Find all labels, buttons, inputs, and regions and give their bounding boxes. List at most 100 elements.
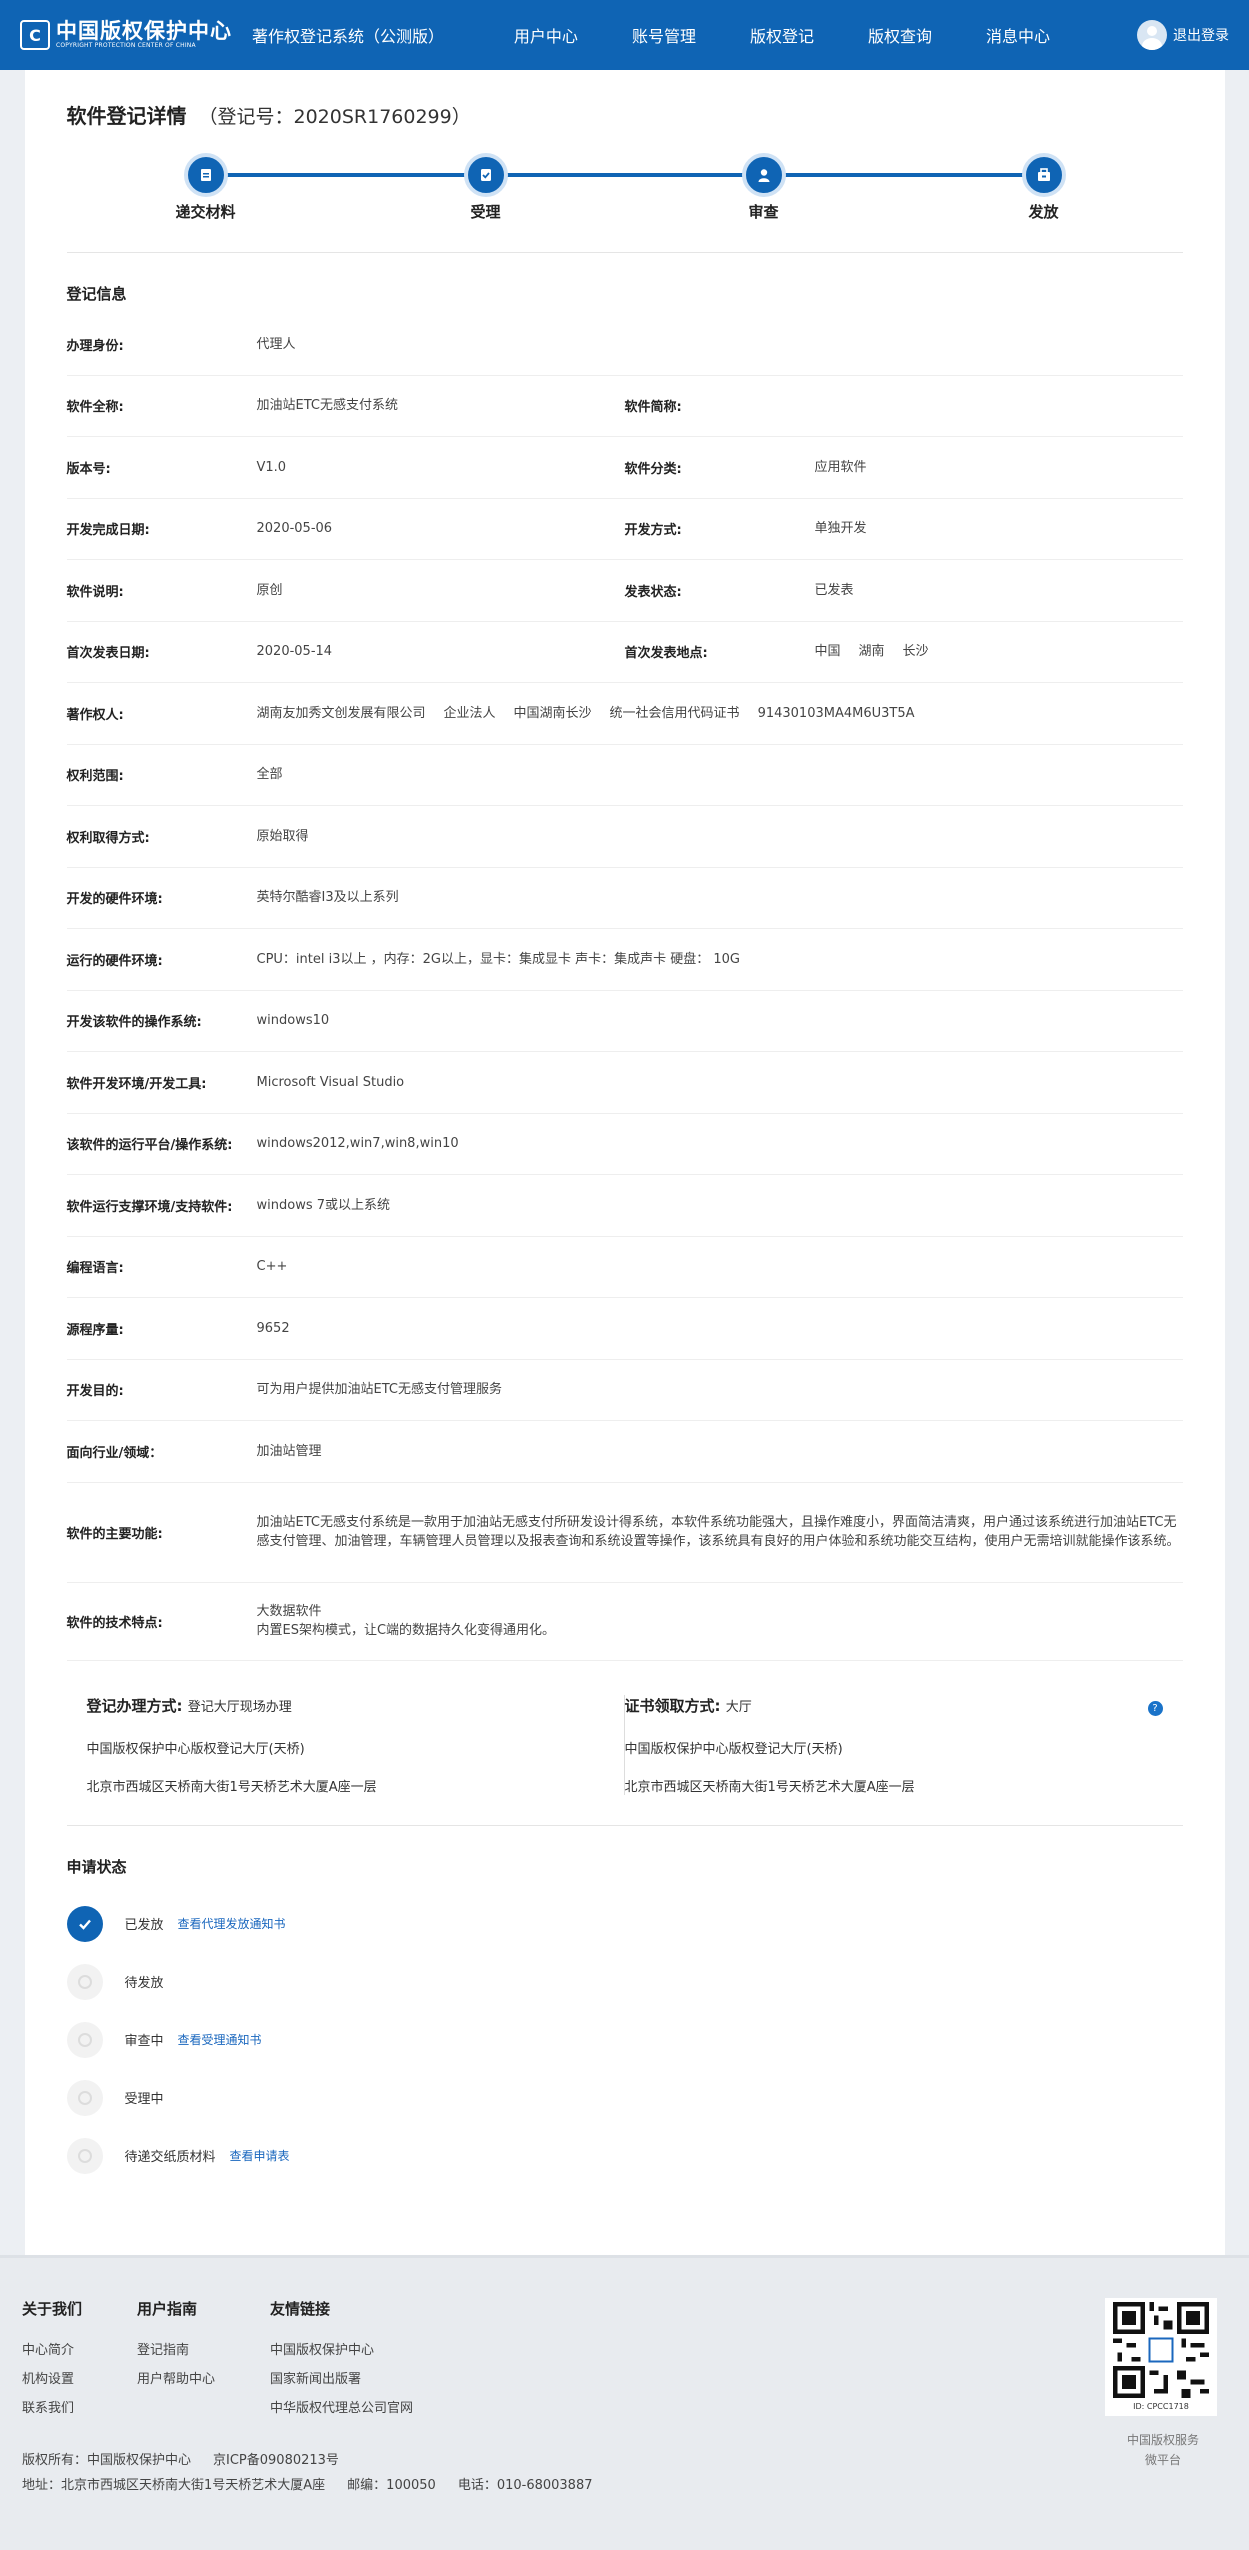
pending-circle-icon bbox=[66, 1963, 103, 2000]
field-label: 该软件的运行平台/操作系统: bbox=[66, 1138, 233, 1154]
info-row-description: 软件说明: 原创 发表状态: 已发表 bbox=[66, 560, 1183, 622]
clipboard-check-icon bbox=[463, 153, 508, 197]
nav-query[interactable]: 版权查询 bbox=[868, 23, 932, 47]
field-value: 应用软件 bbox=[814, 459, 867, 475]
field-label: 开发方式: bbox=[624, 523, 682, 539]
footer-col-title: 用户指南 bbox=[137, 2299, 198, 2318]
field-label: 版本号: bbox=[66, 461, 111, 477]
field-label: 权利取得方式: bbox=[66, 830, 150, 846]
footer-link-nppa[interactable]: 国家新闻出版署 bbox=[270, 2368, 413, 2387]
field-label: 软件简称: bbox=[624, 400, 682, 416]
view-issue-notice-link[interactable]: 查看代理发放通知书 bbox=[178, 1915, 286, 1932]
field-value: 中国 湖南 长沙 bbox=[814, 644, 929, 660]
logo-text-en: COPYRIGHT PROTECTION CENTER OF CHINA bbox=[56, 42, 196, 49]
footer-link-contact[interactable]: 联系我们 bbox=[22, 2397, 82, 2416]
icp-number[interactable]: 京ICP备09080213号 bbox=[213, 2453, 339, 2468]
field-label: 源程序量: bbox=[66, 1322, 124, 1338]
footer-link-intro[interactable]: 中心简介 bbox=[22, 2339, 82, 2358]
progress-line bbox=[205, 173, 1045, 177]
info-row-support-software: 软件运行支撑环境/支持软件: windows 7或以上系统 bbox=[66, 1175, 1183, 1237]
avatar-icon[interactable] bbox=[1137, 20, 1167, 50]
field-value: V1.0 bbox=[256, 459, 287, 475]
info-row-source-lines: 源程序量: 9652 bbox=[66, 1298, 1183, 1360]
certificate-icon bbox=[1021, 153, 1066, 197]
phone-text: 电话：010-68003887 bbox=[457, 2477, 593, 2493]
registration-method: 登记办理方式: 登记大厅现场办理 中国版权保护中心版权登记大厅(天桥) 北京市西… bbox=[86, 1694, 625, 1795]
certificate-method-label: 证书领取方式: bbox=[624, 1696, 721, 1715]
info-row-industry: 面向行业/领域： 加油站管理 bbox=[66, 1421, 1183, 1483]
status-label: 待发放 bbox=[124, 1976, 164, 1991]
field-label: 办理身份: bbox=[66, 338, 124, 354]
footer: 关于我们 中心简介 机构设置 联系我们 用户指南 登记指南 用户帮助中心 友情链… bbox=[0, 2254, 1249, 2550]
certificate-hall: 中国版权保护中心版权登记大厅(天桥) bbox=[624, 1741, 843, 1757]
field-value: 可为用户提供加油站ETC无感支付管理服务 bbox=[256, 1382, 502, 1398]
cpcc-logo[interactable]: C 中国版权保护中心 COPYRIGHT PROTECTION CENTER O… bbox=[20, 20, 232, 50]
footer-info: 版权所有：中国版权保护中心 京ICP备09080213号 地址：北京市西城区天桥南… bbox=[22, 2448, 615, 2498]
top-navbar: C 中国版权保护中心 COPYRIGHT PROTECTION CENTER O… bbox=[0, 0, 1249, 70]
info-row-complete-date: 开发完成日期: 2020-05-06 开发方式: 单独开发 bbox=[66, 499, 1183, 560]
info-row-dev-hardware: 开发的硬件环境: 英特尔酷睿I3及以上系列 bbox=[66, 868, 1183, 929]
pending-circle-icon bbox=[66, 2137, 103, 2174]
registration-info-title: 登记信息 bbox=[66, 285, 127, 303]
footer-link-ccct[interactable]: 中华版权代理总公司官网 bbox=[270, 2397, 413, 2416]
field-value: 2020-05-14 bbox=[256, 644, 333, 660]
info-row-identity: 办理身份: 代理人 bbox=[66, 314, 1183, 376]
process-steps: 递交材料 受理 审查 发放 bbox=[66, 153, 1183, 253]
nav-registration[interactable]: 版权登记 bbox=[750, 23, 814, 47]
certificate-address: 北京市西城区天桥南大街1号天桥艺术大厦A座一层 bbox=[624, 1779, 915, 1795]
nav-user-center[interactable]: 用户中心 bbox=[514, 23, 578, 47]
step-label: 递交材料 bbox=[175, 203, 236, 221]
field-value: 英特尔酷睿I3及以上系列 bbox=[256, 890, 399, 906]
info-row-run-platform: 该软件的运行平台/操作系统: windows2012,win7,win8,win… bbox=[66, 1114, 1183, 1175]
field-label: 开发目的: bbox=[66, 1384, 124, 1400]
info-row-fullname: 软件全称: 加油站ETC无感支付系统 软件简称: bbox=[66, 376, 1183, 437]
nav-messages[interactable]: 消息中心 bbox=[986, 23, 1050, 47]
registration-number: （登记号：2020SR1760299） bbox=[198, 106, 471, 128]
postcode-text: 邮编：100050 bbox=[347, 2477, 436, 2493]
logout-link[interactable]: 退出登录 bbox=[1173, 25, 1229, 45]
field-label: 软件的主要功能: bbox=[66, 1526, 163, 1542]
view-acceptance-notice-link[interactable]: 查看受理通知书 bbox=[178, 2031, 262, 2048]
field-value: 全部 bbox=[256, 767, 283, 783]
field-value: 大数据软件 内置ES架构模式，让C端的数据持久化变得通用化。 bbox=[256, 1604, 556, 1638]
field-value: 加油站ETC无感支付系统是一款用于加油站无感支付所研发设计得系统，本软件系统功能… bbox=[256, 1515, 1180, 1549]
info-row-main-functions: 软件的主要功能: 加油站ETC无感支付系统是一款用于加油站无感支付所研发设计得系… bbox=[66, 1483, 1183, 1583]
footer-link-cpcc[interactable]: 中国版权保护中心 bbox=[270, 2339, 413, 2358]
info-row-dev-tools: 软件开发环境/开发工具: Microsoft Visual Studio bbox=[66, 1052, 1183, 1114]
address-text: 地址：北京市西城区天桥南大街1号天桥艺术大厦A座 bbox=[22, 2477, 326, 2493]
field-value: windows 7或以上系统 bbox=[256, 1197, 391, 1213]
field-label: 软件分类: bbox=[624, 461, 682, 477]
qr-label-line1: 中国版权服务 bbox=[1126, 2432, 1199, 2447]
footer-link-reg-guide[interactable]: 登记指南 bbox=[137, 2339, 215, 2358]
field-label: 面向行业/领域： bbox=[66, 1445, 163, 1461]
nav-account[interactable]: 账号管理 bbox=[632, 23, 696, 47]
field-value: 已发表 bbox=[814, 582, 854, 598]
footer-link-help[interactable]: 用户帮助中心 bbox=[137, 2368, 215, 2387]
field-value: windows2012,win7,win8,win10 bbox=[256, 1136, 459, 1152]
user-area: 退出登录 bbox=[1137, 20, 1229, 50]
field-value: 加油站ETC无感支付系统 bbox=[256, 398, 398, 414]
footer-col-title: 友情链接 bbox=[270, 2299, 331, 2318]
wechat-qr: ID: CPCC1718 中国版权服务 微平台 bbox=[1105, 2297, 1221, 2470]
info-row-acquire: 权利取得方式: 原始取得 bbox=[66, 806, 1183, 868]
qr-code-icon: ID: CPCC1718 bbox=[1105, 2297, 1217, 2416]
field-value: 湖南友加秀文创发展有限公司 企业法人 中国湖南长沙 统一社会信用代码证书 9143010… bbox=[256, 705, 915, 721]
registration-method-value: 登记大厅现场办理 bbox=[187, 1699, 292, 1715]
field-value: windows10 bbox=[256, 1013, 330, 1029]
field-value: 原始取得 bbox=[256, 828, 309, 844]
status-label: 受理中 bbox=[124, 2092, 164, 2107]
status-item-reviewing: 审查中 查看受理通知书 bbox=[66, 2011, 1183, 2069]
view-application-form-link[interactable]: 查看申请表 bbox=[230, 2147, 290, 2164]
help-icon[interactable]: ? bbox=[1147, 1700, 1163, 1716]
application-status-list: 已发放 查看代理发放通知书 待发放 审查中 查看受理通知书 受理中 待递交纸质材… bbox=[66, 1895, 1183, 2185]
footer-link-org[interactable]: 机构设置 bbox=[22, 2368, 82, 2387]
field-label: 首次发表地点: bbox=[624, 646, 708, 662]
step-accept: 受理 bbox=[436, 153, 536, 222]
footer-guide: 用户指南 登记指南 用户帮助中心 bbox=[137, 2298, 215, 2426]
qr-id: ID: CPCC1718 bbox=[1133, 2401, 1189, 2411]
registration-hall: 中国版权保护中心版权登记大厅(天桥) bbox=[86, 1741, 305, 1757]
step-label: 受理 bbox=[470, 203, 501, 221]
field-label: 首次发表日期: bbox=[66, 646, 150, 662]
field-label: 软件的技术特点: bbox=[66, 1615, 163, 1631]
page-title-row: 软件登记详情 （登记号：2020SR1760299） bbox=[67, 100, 1183, 129]
